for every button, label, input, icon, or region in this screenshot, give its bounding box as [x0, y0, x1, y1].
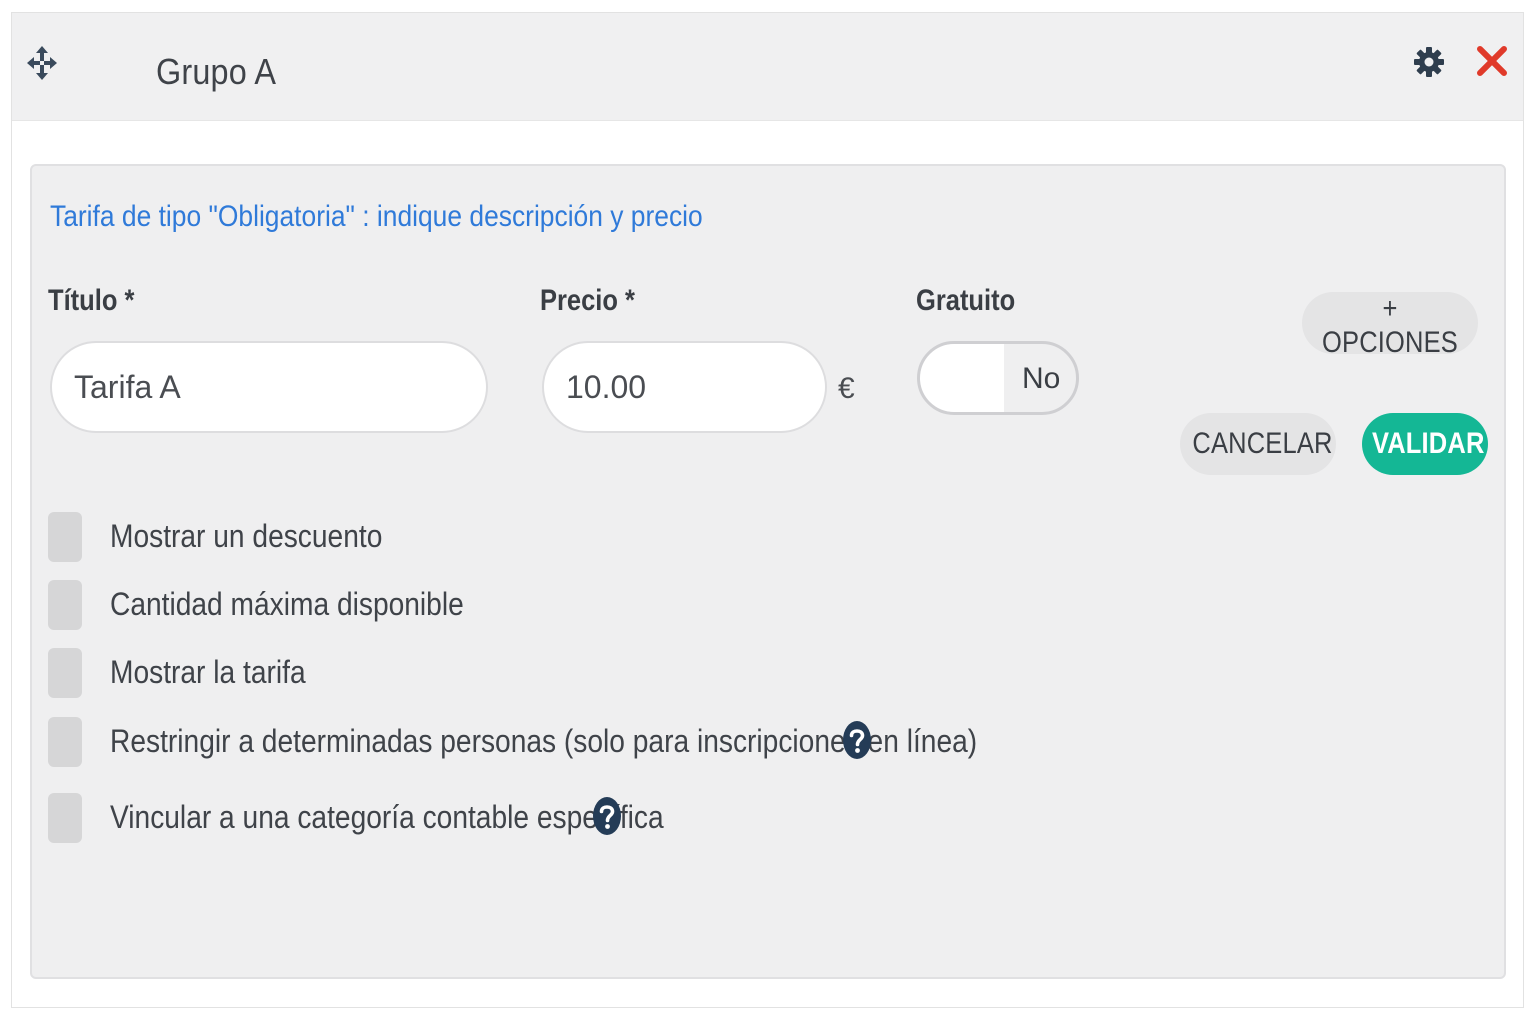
tarifa-dialog: Grupo A Tarifa de tipo "Obligatoria": i…	[11, 12, 1524, 1008]
move-icon[interactable]	[26, 45, 58, 81]
help-icon[interactable]	[842, 720, 872, 760]
gratuito-label: Gratuito	[916, 284, 1016, 317]
option-checkbox-mostrar-tarifa[interactable]	[48, 648, 82, 698]
dialog-title: Grupo A	[156, 51, 277, 92]
option-checkbox-cantidad[interactable]	[48, 580, 82, 630]
opciones-button[interactable]: + OPCIONES	[1302, 292, 1478, 359]
tarifa-form-panel: Tarifa de tipo "Obligatoria" : indique d…	[30, 164, 1506, 979]
close-icon[interactable]	[1474, 43, 1510, 79]
cancel-button-label: CANCELAR	[1192, 427, 1333, 460]
option-label: Vincular a una categoría contable especí…	[110, 799, 664, 835]
titulo-label: Título *	[48, 284, 135, 317]
gratuito-toggle[interactable]: No	[917, 341, 1079, 415]
option-checkbox-restringir[interactable]	[48, 717, 82, 767]
option-label: Mostrar la tarifa	[110, 654, 306, 690]
precio-input[interactable]	[542, 341, 827, 433]
precio-label: Precio *	[540, 284, 635, 317]
option-label: Mostrar un descuento	[110, 518, 383, 554]
validate-button[interactable]: VALIDAR	[1362, 413, 1488, 475]
help-icon[interactable]	[592, 796, 622, 836]
titulo-input[interactable]	[50, 341, 488, 433]
info-message: Tarifa de tipo "Obligatoria" : indique d…	[50, 200, 703, 233]
opciones-button-label: + OPCIONES	[1322, 292, 1458, 359]
toggle-knob	[920, 344, 1004, 412]
validate-button-label: VALIDAR	[1371, 427, 1485, 460]
option-checkbox-descuento[interactable]	[48, 512, 82, 562]
option-label: Cantidad máxima disponible	[110, 586, 464, 622]
gear-icon[interactable]	[1412, 45, 1446, 79]
option-checkbox-vincular[interactable]	[48, 793, 82, 843]
dialog-header: Grupo A	[12, 13, 1523, 121]
currency-symbol: €	[838, 372, 855, 405]
toggle-state-text: No	[1022, 362, 1061, 395]
cancel-button[interactable]: CANCELAR	[1180, 413, 1336, 475]
